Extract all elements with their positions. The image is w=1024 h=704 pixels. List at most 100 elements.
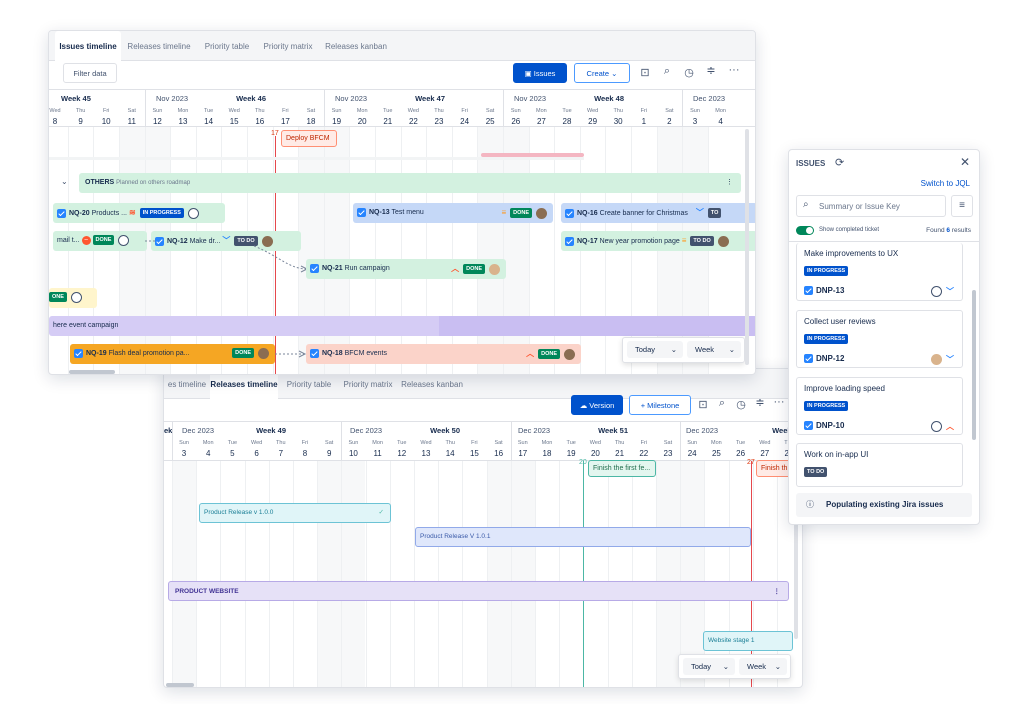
horizontal-scrollbar[interactable] xyxy=(166,683,194,687)
issues-button[interactable]: ▣ Issues xyxy=(513,63,567,83)
grid-line xyxy=(244,461,246,687)
chevron-down-icon: ⌄ xyxy=(728,345,735,354)
day-cell: Thu 9 xyxy=(75,108,86,126)
issue-bar-partial[interactable]: ONE xyxy=(49,288,97,308)
clock-icon[interactable]: ◷ xyxy=(682,66,696,79)
week-label: Nov 2023 Week 47 xyxy=(335,94,445,103)
day-cell: Sun 24 xyxy=(687,440,698,458)
priority-low-icon: ﹀ xyxy=(695,208,704,217)
issue-bar-nq17[interactable]: NQ-17 New year promotion page ≡ TO DO xyxy=(561,231,755,251)
tab-issues-timeline[interactable]: Issues timeline xyxy=(55,31,121,61)
issue-bar-nq16[interactable]: NQ-16 Create banner for Christmas ﹀ TO xyxy=(561,203,755,223)
avatar-icon xyxy=(118,234,130,246)
issue-bar-nq20[interactable]: NQ-20 Products ... ≋ IN PROGRESS xyxy=(53,203,225,223)
checkbox-icon xyxy=(155,236,164,246)
issue-card[interactable]: Make improvements to UX IN PROGRESS DNP-… xyxy=(796,243,963,301)
week-label: Dec 2023 Week 49 xyxy=(182,426,286,435)
issue-bar-nq18[interactable]: NQ-18 BFCM events ︿ DONE xyxy=(306,344,581,364)
tab-releases-kanban[interactable]: Releases kanban xyxy=(323,31,389,61)
weekend-column xyxy=(298,127,324,374)
chevron-down-icon: ⌄ xyxy=(609,69,618,78)
issue-bar-nq21[interactable]: NQ-21 Run campaign ︿ DONE xyxy=(306,259,506,279)
day-cell: Fri 1 xyxy=(640,108,647,126)
milestone-button[interactable]: + Milestone xyxy=(629,395,691,415)
day-cell: Fri 24 xyxy=(460,108,470,126)
clock-icon[interactable]: ◷ xyxy=(734,398,748,411)
search-icon: ⌕ xyxy=(803,199,809,210)
week-divider xyxy=(682,90,684,130)
refresh-icon[interactable]: ⟳ xyxy=(835,156,844,169)
priority-low-icon: ﹀ xyxy=(946,287,954,296)
scale-dropdown[interactable]: Week ⌄ xyxy=(687,341,741,358)
search-input[interactable]: ⌕ Summary or Issue Key xyxy=(796,195,946,217)
day-cell: Thu 14 xyxy=(445,440,455,458)
release-bar[interactable]: Website stage 1 xyxy=(703,631,793,651)
comment-icon[interactable]: ⊡ xyxy=(638,66,652,79)
checkbox-icon xyxy=(357,207,366,217)
today-dropdown[interactable]: Today ⌄ xyxy=(683,658,735,675)
grid-line xyxy=(349,127,351,374)
today-dropdown[interactable]: Today ⌄ xyxy=(627,341,683,358)
avatar-icon xyxy=(717,235,729,247)
grid-line xyxy=(554,127,556,374)
scale-dropdown[interactable]: Week ⌄ xyxy=(739,658,787,675)
grid-line xyxy=(292,461,294,687)
day-cell: Sun 12 xyxy=(152,108,163,126)
release-bar[interactable]: Product Release v 1.0.0 ✓ xyxy=(199,503,391,523)
tab-priority-matrix[interactable]: Priority matrix xyxy=(259,31,317,61)
more-icon[interactable]: ⋮ xyxy=(726,173,733,193)
day-cell: Sun 17 xyxy=(517,440,528,458)
event-campaign-bar[interactable]: here event campaign xyxy=(49,316,755,336)
grid-line xyxy=(534,461,536,687)
create-button[interactable]: Create ⌄ xyxy=(574,63,630,83)
collapse-chevron-icon[interactable]: ⌄ xyxy=(61,177,68,186)
issue-bar-nq13[interactable]: NQ-13 Test menu ≡ DONE xyxy=(353,203,553,223)
issue-bar-nq12[interactable]: NQ-12 Make dr... ﹀ TO DO xyxy=(151,231,301,251)
issue-card[interactable]: Collect user reviews IN PROGRESS DNP-12 ﹀ xyxy=(796,310,963,368)
tab-priority-table[interactable]: Priority table xyxy=(199,31,255,61)
expand-icon[interactable]: ≑ xyxy=(753,396,767,409)
switch-jql-link[interactable]: Switch to JQL xyxy=(921,179,970,188)
week-label: Dec 2023 xyxy=(693,94,726,103)
day-cell: Wed 29 xyxy=(586,108,599,126)
priority-high-icon: ︿ xyxy=(451,264,460,273)
show-completed-toggle[interactable] xyxy=(796,226,814,235)
release-bar[interactable]: Product Release V 1.0.1 xyxy=(415,527,751,547)
day-cell: Sun 26 xyxy=(510,108,521,126)
version-button[interactable]: ☁ Version xyxy=(571,395,623,415)
issue-bar-email[interactable]: mail t... − DONE xyxy=(53,231,147,251)
panel-title: ISSUES xyxy=(796,159,826,168)
week-divider xyxy=(510,422,512,462)
filter-data-button[interactable]: Filter data xyxy=(63,63,117,83)
search-icon[interactable]: ⌕ xyxy=(715,397,729,410)
expand-icon[interactable]: ≑ xyxy=(704,64,718,77)
avatar-icon xyxy=(489,263,500,275)
panel-scrollbar[interactable] xyxy=(972,290,976,440)
others-section[interactable]: OTHERS Planned on others roadmap ⋮ xyxy=(79,173,741,193)
filter-icon[interactable]: ≡ xyxy=(951,195,973,217)
grid-line xyxy=(220,461,222,687)
more-icon[interactable]: ··· xyxy=(772,396,786,408)
checkbox-icon xyxy=(565,236,574,246)
more-icon[interactable]: ··· xyxy=(727,64,741,76)
deploy-marker[interactable]: Deploy BFCM xyxy=(281,130,337,147)
milestone-flag[interactable]: Finish the first fe... xyxy=(588,460,656,477)
issue-card[interactable]: Work on in-app UI TO DO xyxy=(796,443,963,487)
chevron-down-icon: ⌄ xyxy=(722,662,729,671)
weekend-column xyxy=(486,461,511,687)
search-icon[interactable]: ⌕ xyxy=(660,65,674,78)
close-icon[interactable]: ✕ xyxy=(960,155,970,169)
more-icon[interactable]: ⋮ xyxy=(774,582,781,602)
horizontal-scrollbar[interactable] xyxy=(69,370,115,374)
day-cell: Fri 22 xyxy=(639,440,649,458)
issue-card[interactable]: Improve loading speed IN PROGRESS DNP-10… xyxy=(796,377,963,435)
vertical-scrollbar[interactable] xyxy=(745,129,749,365)
issue-bar-nq19[interactable]: NQ-19 Flash deal promotion pa... DONE xyxy=(70,344,275,364)
avatar-icon xyxy=(931,286,942,297)
marker-day: 17 xyxy=(271,130,279,137)
day-cell: Mon 4 xyxy=(202,440,214,458)
tab-releases-timeline[interactable]: Releases timeline xyxy=(125,31,193,61)
section-header[interactable]: PRODUCT WEBSITE ⋮ xyxy=(168,581,789,601)
day-cell: Mon 25 xyxy=(711,440,722,458)
comment-icon[interactable]: ⊡ xyxy=(696,398,710,411)
